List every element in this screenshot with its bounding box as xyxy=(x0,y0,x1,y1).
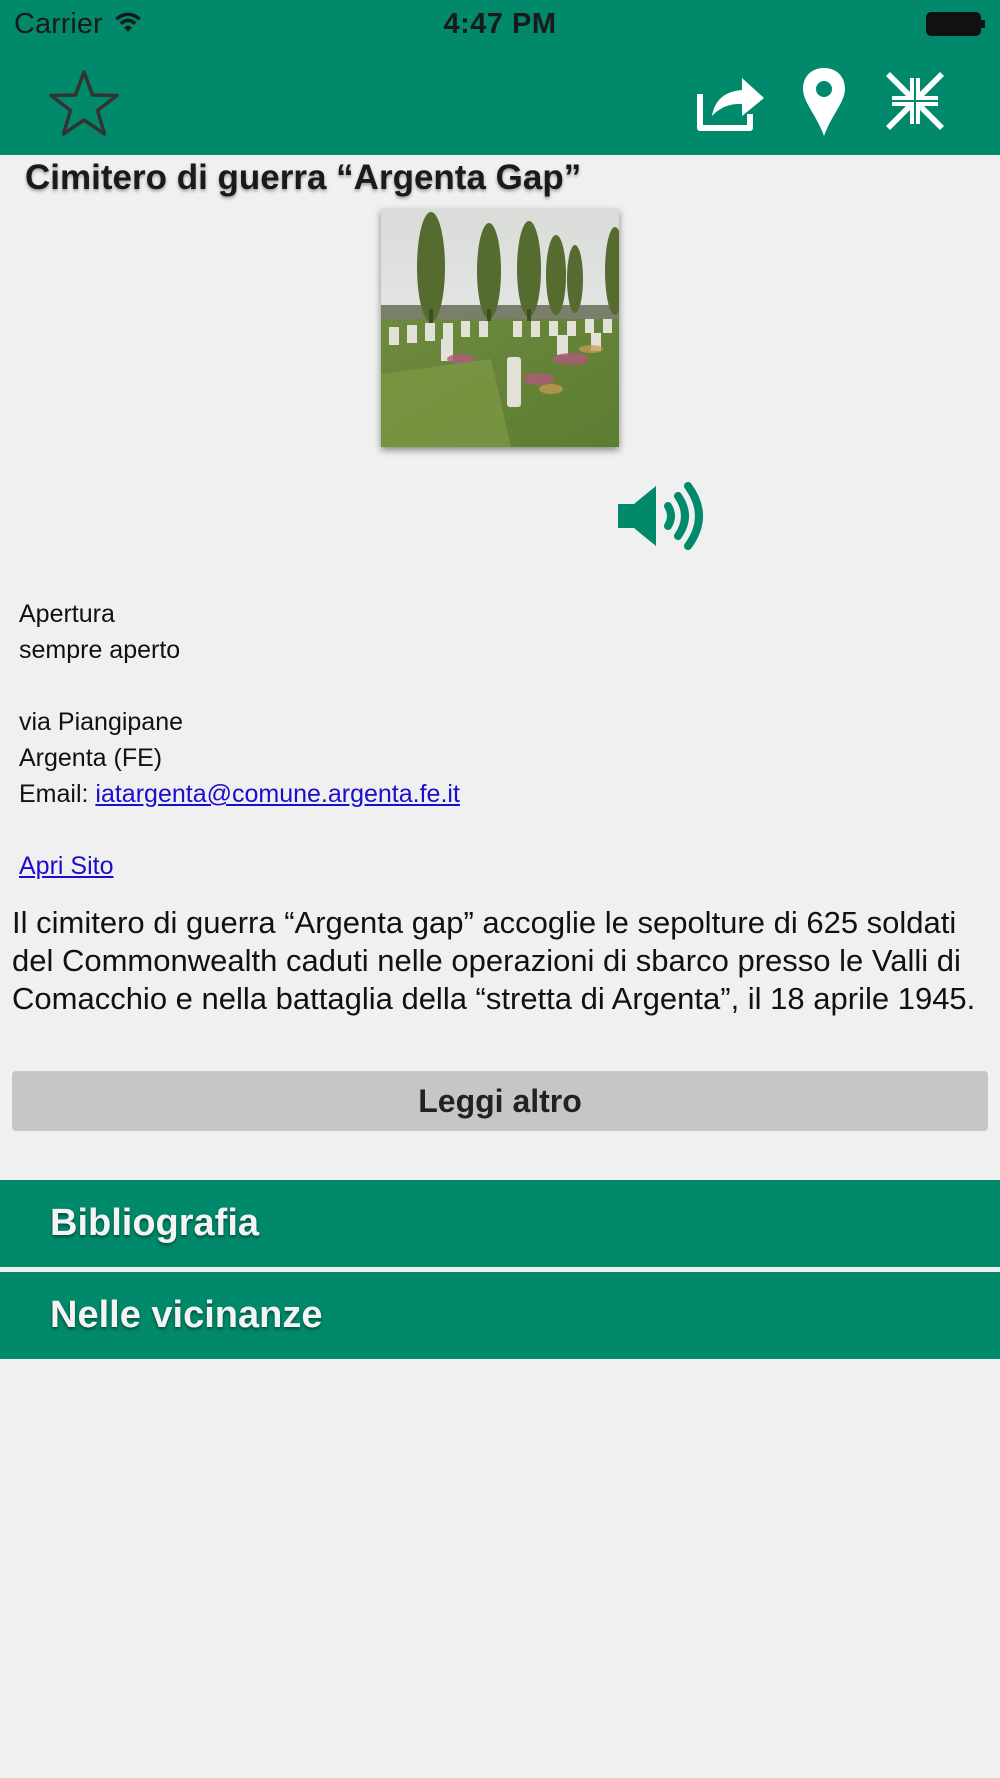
section-bibliografia-label: Bibliografia xyxy=(50,1202,260,1244)
section-bibliografia[interactable]: Bibliografia xyxy=(0,1180,1000,1267)
share-icon xyxy=(697,78,764,131)
info-block: Apertura sempre aperto via Piangipane Ar… xyxy=(19,596,460,884)
email-label: Email: xyxy=(19,780,96,808)
status-time: 4:47 PM xyxy=(443,8,557,40)
collapse-button[interactable] xyxy=(886,72,944,130)
cemetery-image xyxy=(381,209,619,447)
site-row: Apri Sito xyxy=(19,848,460,884)
read-more-button[interactable]: Leggi altro xyxy=(12,1071,988,1131)
email-link[interactable]: iatargenta@comune.argenta.fe.it xyxy=(95,780,460,808)
top-bar: Carrier 4:47 PM xyxy=(0,0,1000,155)
star-icon xyxy=(49,70,119,136)
map-button[interactable] xyxy=(800,66,848,138)
description-text: Il cimitero di guerra “Argenta gap” acco… xyxy=(12,905,976,1016)
section-nearby-label: Nelle vicinanze xyxy=(50,1294,323,1336)
open-site-link[interactable]: Apri Sito xyxy=(19,852,113,880)
audio-play-button[interactable] xyxy=(616,476,712,556)
favorite-button[interactable] xyxy=(48,68,120,140)
address-street: via Piangipane xyxy=(19,708,184,736)
page-title: Cimitero di guerra “Argenta Gap” xyxy=(25,158,582,197)
opening-label: Apertura xyxy=(19,600,115,628)
email-row: Email: iatargenta@comune.argenta.fe.it xyxy=(19,776,460,812)
address-city: Argenta (FE) xyxy=(19,744,163,772)
status-bar: Carrier 4:47 PM xyxy=(0,0,1000,50)
share-button[interactable] xyxy=(694,70,768,134)
battery-icon xyxy=(926,12,985,36)
opening-value: sempre aperto xyxy=(19,636,181,664)
collapse-icon xyxy=(886,72,944,130)
map-pin-icon xyxy=(803,68,845,136)
cemetery-photo[interactable] xyxy=(381,209,619,447)
speaker-icon xyxy=(618,482,703,550)
section-nearby[interactable]: Nelle vicinanze xyxy=(0,1272,1000,1359)
